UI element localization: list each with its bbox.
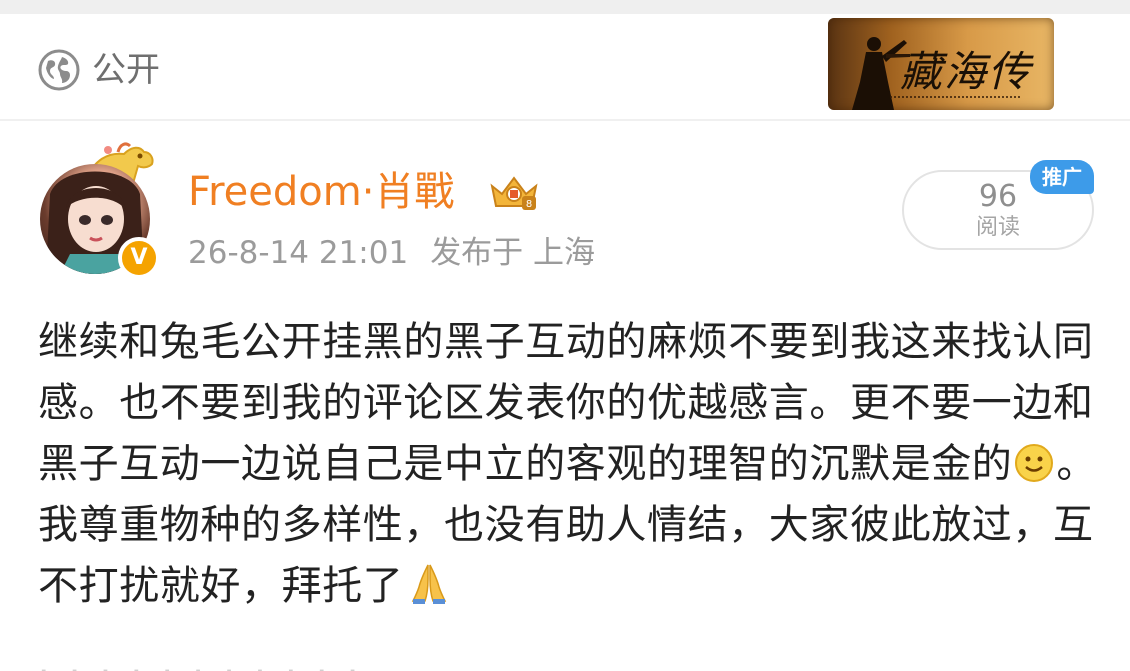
post-meta: 26-8-14 21:01 发布于 上海 <box>188 232 595 274</box>
visibility-label: 公开 <box>92 50 160 90</box>
author-name[interactable]: Freedom·肖戰 <box>188 168 454 216</box>
post-body: 继续和兔毛公开挂黑的黑子互动的麻烦不要到我这来找认同感。也不要到我的评论区发表你… <box>38 312 1098 617</box>
verified-badge: V <box>118 237 160 279</box>
pray-emoji-icon <box>412 564 447 604</box>
globe-icon <box>38 49 80 91</box>
promote-button[interactable]: 推广 <box>1030 160 1094 194</box>
views-count: 96 <box>978 179 1018 214</box>
svg-text:8: 8 <box>526 199 532 210</box>
cutoff-content: · · · · · · · · · · · <box>38 652 362 671</box>
post-text-part1: 继续和兔毛公开挂黑的黑子互动的麻烦不要到我这来找认同感。也不要到我的评论区发表你… <box>38 319 1094 487</box>
top-strip <box>0 0 1130 14</box>
post-location: 发布于 上海 <box>430 235 596 271</box>
divider <box>0 119 1130 121</box>
banner-decoration <box>890 96 1020 106</box>
drama-banner[interactable]: 藏海传 <box>828 18 1054 110</box>
weibo-post-screen: 公开 藏海传 V Freedom·肖戰 8 26-8-14 21:01 发布于 … <box>0 0 1130 671</box>
vip-crown-icon[interactable]: 8 <box>486 172 542 214</box>
banner-title: 藏海传 <box>900 47 1033 96</box>
views-label: 阅读 <box>975 215 1020 240</box>
author-avatar[interactable]: V <box>38 140 160 280</box>
smile-emoji-icon <box>1015 444 1054 482</box>
post-date: 26-8-14 21:01 <box>188 235 409 271</box>
